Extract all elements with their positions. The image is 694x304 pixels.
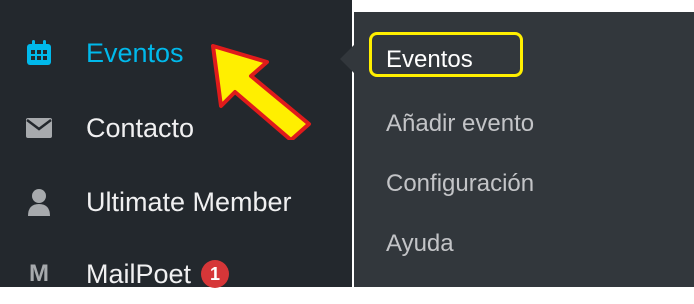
top-strip: [354, 0, 694, 12]
user-icon: [22, 185, 56, 219]
submenu-item-configuracion[interactable]: Configuración: [386, 170, 534, 198]
sidebar-item-ultimate-member[interactable]: Ultimate Member: [0, 172, 352, 232]
sidebar-item-label: Eventos: [86, 37, 184, 68]
sidebar-item-label: Ultimate Member: [86, 186, 292, 217]
mailpoet-icon: M: [29, 260, 49, 287]
submenu-item-ayuda[interactable]: Ayuda: [386, 230, 454, 258]
submenu-item-anadir-evento[interactable]: Añadir evento: [386, 110, 534, 138]
envelope-icon: [22, 111, 56, 145]
highlight-annotation: [369, 32, 523, 77]
arrow-annotation: [211, 44, 311, 140]
sidebar-item-mailpoet[interactable]: M MailPoet 1: [0, 244, 352, 304]
sidebar-item-label: Contacto: [86, 112, 195, 143]
notification-badge: 1: [201, 259, 230, 288]
sidebar-item-label: MailPoet 1: [86, 259, 230, 290]
submenu-pointer: [340, 45, 354, 73]
calendar-icon: [22, 36, 56, 70]
